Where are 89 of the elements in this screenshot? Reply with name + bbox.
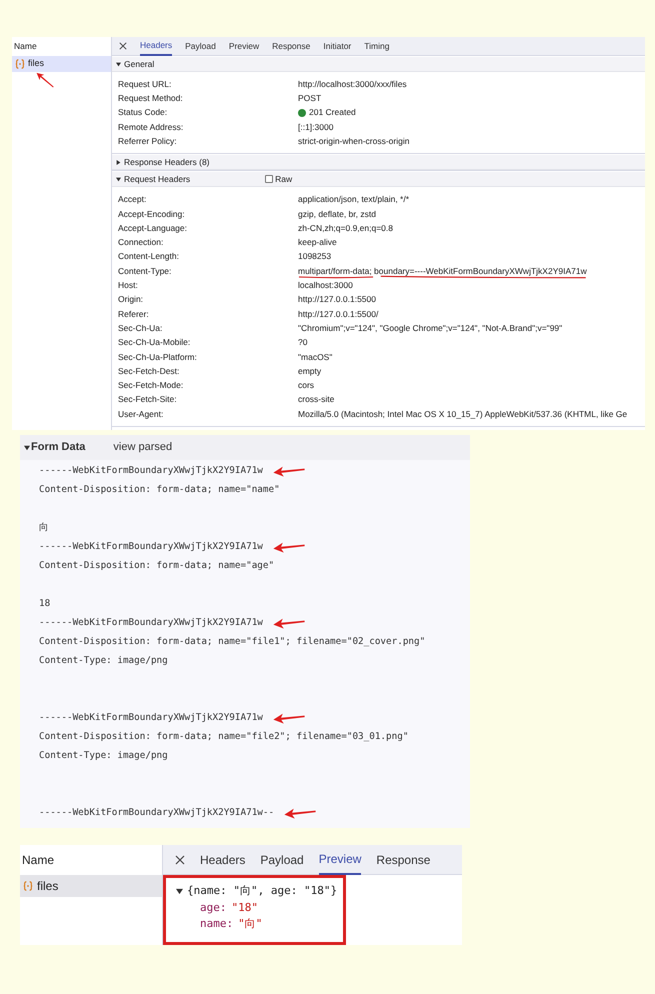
header-value: "macOS" (298, 352, 332, 362)
payload-line: ------WebKitFormBoundaryXWwjTjkX2Y9IA71w-- (39, 806, 274, 820)
header-value: 1098253 (298, 251, 332, 262)
header-name: Sec-Ch-Ua-Mobile: (118, 336, 192, 349)
tab[interactable]: Preview (318, 845, 362, 874)
header-name: Sec-Fetch-Dest: (118, 364, 180, 378)
header-value: cross-site (298, 394, 334, 404)
header-value: strict-origin-when-cross-origin (298, 136, 410, 146)
payload-line: ------WebKitFormBoundaryXWwjTjkX2Y9IA71w (39, 616, 263, 630)
payload-line: ------WebKitFormBoundaryXWwjTjkX2Y9IA71w (39, 710, 263, 724)
payload-line: Content-Disposition: form-data; name="age" (39, 558, 274, 572)
header-name: Sec-Fetch-Mode: (118, 379, 184, 392)
property-key: name: (200, 916, 234, 932)
close-icon[interactable] (175, 854, 185, 864)
property-key: age: (200, 900, 226, 916)
section-header[interactable]: Response Headers (8) (112, 155, 645, 170)
header-name: Accept-Encoding: (118, 208, 186, 220)
section-title: Form Data (31, 440, 86, 456)
header-value: [::1]:3000 (298, 122, 334, 132)
tab[interactable]: Timing (364, 37, 390, 56)
header-name: Request URL: (118, 78, 172, 91)
header-value: localhost:3000 (298, 280, 353, 290)
payload-line: Content-Type: image/png (39, 748, 168, 762)
payload-line: Content-Disposition: form-data; name="file1"; filename="02_cover.png" (39, 634, 426, 648)
caret-down-icon[interactable] (24, 444, 30, 450)
tab[interactable]: Payload (260, 845, 304, 874)
header-value: Mozilla/5.0 (Macintosh; Intel Mac OS X 10_15_7) AppleWebKit/537.36 (KHTML, like Ge (298, 408, 628, 419)
tab[interactable]: Response (376, 845, 430, 874)
checkbox-label: Raw (275, 173, 292, 186)
header-value: "Chromium";v="124", "Google Chrome";v="124", "Not-A.Brand";v="99" (298, 322, 562, 333)
property-value: "向" (238, 916, 262, 932)
section-header[interactable]: General (112, 57, 645, 72)
braces-icon (23, 881, 33, 891)
tab[interactable]: Headers (200, 845, 246, 874)
payload-line: 18 (39, 596, 50, 610)
header-value: http://127.0.0.1:5500/ (298, 308, 378, 319)
header-value: http://localhost:3000/xxx/files (298, 78, 407, 89)
header-name: User-Agent: (118, 408, 164, 420)
header-name: Accept: (118, 193, 148, 206)
header-name: Host: (118, 279, 139, 292)
header-value: application/json, text/plain, */* (298, 194, 410, 204)
section-header[interactable]: Request Headers Raw (112, 172, 645, 188)
payload-line: Content-Disposition: form-data; name="file2"; filename="03_01.png" (39, 730, 408, 744)
header-name: Origin: (118, 293, 144, 306)
header-name: Sec-Ch-Ua-Platform: (118, 350, 198, 364)
tab[interactable]: Payload (185, 37, 216, 56)
tab[interactable]: Preview (228, 37, 260, 56)
payload-line: Content-Disposition: form-data; name="name" (39, 482, 280, 496)
header-name: Connection: (118, 236, 164, 249)
header-value: POST (298, 93, 322, 104)
header-value: cors (298, 380, 314, 390)
caret-down-icon[interactable] (116, 176, 121, 182)
header-name: Content-Length: (118, 250, 180, 264)
header-name: Status Code: (118, 106, 168, 120)
payload-line: Content-Type: image/png (39, 654, 168, 668)
header-value: ?0 (298, 337, 308, 348)
header-name: Accept-Language: (118, 222, 188, 235)
tab[interactable]: Initiator (323, 37, 352, 56)
tab[interactable]: Response (272, 37, 310, 56)
column-heading: Name (14, 40, 37, 53)
caret-right-icon[interactable] (116, 160, 121, 165)
header-value: zh-CN,zh;q=0.9,en;q=0.8 (298, 222, 393, 233)
header-value: empty (298, 366, 322, 376)
payload-line: 向 (39, 520, 48, 534)
header-value: keep-alive (298, 237, 337, 248)
header-value: multipart/form-data; boundary=----WebKitFormBoundaryXWwjTjkX2Y9IA71w (298, 266, 587, 276)
view-parsed-link[interactable]: view parsed (113, 439, 172, 456)
header-name: Referrer Policy: (118, 134, 178, 148)
header-value: 201 Created (309, 107, 356, 118)
close-icon[interactable] (119, 42, 127, 50)
header-value: gzip, deflate, br, zstd (298, 208, 376, 219)
raw-checkbox[interactable] (265, 175, 274, 184)
braces-icon (15, 59, 25, 69)
payload-line: ------WebKitFormBoundaryXWwjTjkX2Y9IA71w (39, 540, 263, 554)
request-item[interactable]: files (12, 56, 111, 72)
payload-line: ------WebKitFormBoundaryXWwjTjkX2Y9IA71w (39, 464, 263, 478)
header-value: http://127.0.0.1:5500 (298, 294, 376, 304)
property-value: "18" (232, 900, 258, 916)
header-name: Request Method: (118, 92, 184, 105)
request-item[interactable]: files (20, 875, 162, 897)
column-heading: Name (22, 852, 54, 869)
caret-down-icon[interactable] (176, 888, 183, 895)
header-name: Sec-Ch-Ua: (118, 322, 164, 335)
header-name: Remote Address: (118, 120, 184, 134)
tree-node[interactable]: {name: "向", age: "18"} (187, 883, 338, 900)
header-name: Content-Type: (118, 264, 172, 278)
header-name: Sec-Fetch-Site: (118, 393, 178, 406)
header-name: Referer: (118, 308, 150, 320)
caret-down-icon[interactable] (116, 62, 121, 66)
